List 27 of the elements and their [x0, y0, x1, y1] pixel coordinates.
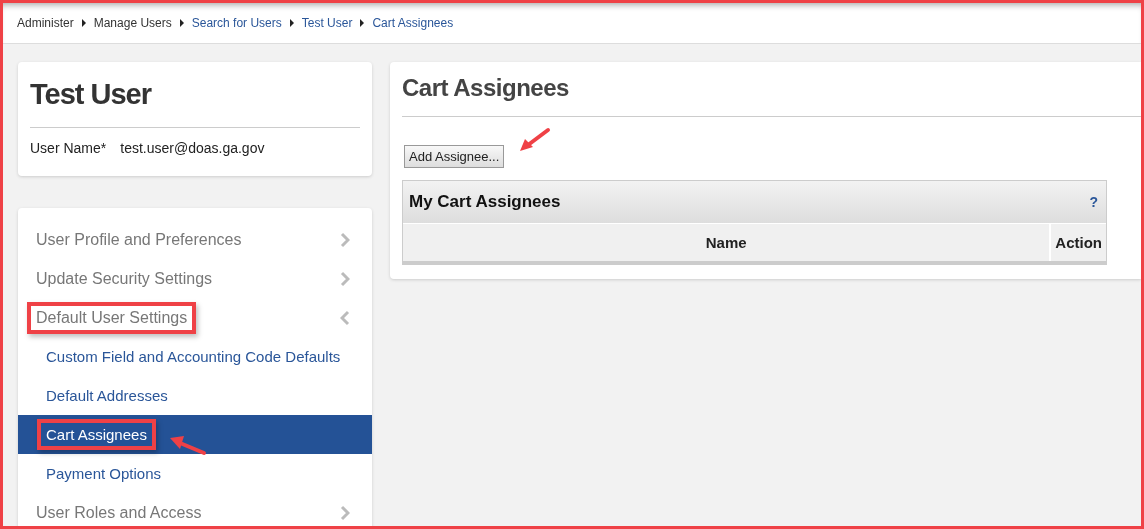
breadcrumb-item[interactable]: Cart Assignees [372, 16, 454, 30]
nav-item[interactable]: Default User Settings [36, 308, 188, 327]
separator-icon [81, 19, 86, 27]
nav-item[interactable]: User Profile and Preferences [36, 230, 242, 249]
nav-subitem[interactable]: Payment Options [18, 454, 372, 493]
separator-icon [289, 19, 294, 27]
nav-item[interactable]: Update Security Settings [36, 269, 213, 288]
nav-subitem[interactable]: Custom Field and Accounting Code Defaults [18, 337, 372, 376]
nav-item[interactable]: User Roles and Access [36, 503, 202, 522]
table-title: My Cart Assignees [409, 192, 561, 212]
breadcrumb-item: Administer [17, 16, 74, 30]
separator-icon [360, 19, 365, 27]
breadcrumb-item: Manage Users [93, 16, 172, 30]
page-title: Cart Assignees [402, 74, 1141, 117]
field-value: test.user@doas.ga.gov [120, 140, 265, 156]
column-header: Name [403, 224, 1052, 261]
breadcrumb-item[interactable]: Search for Users [191, 16, 282, 30]
column-header: Action [1054, 233, 1103, 253]
highlight-box: Cart Assignees [37, 419, 156, 450]
nav-subitem[interactable]: Cart Assignees [18, 415, 372, 454]
user-title: Test User [30, 78, 360, 128]
help-link[interactable]: ? [1089, 194, 1098, 210]
nav-subitem[interactable]: Default Addresses [18, 376, 372, 415]
add-assignee-button[interactable]: Add Assignee... [404, 145, 505, 168]
breadcrumb-item[interactable]: Test User [301, 16, 353, 30]
separator-icon [179, 19, 184, 27]
field-label: User Name* [30, 140, 107, 156]
